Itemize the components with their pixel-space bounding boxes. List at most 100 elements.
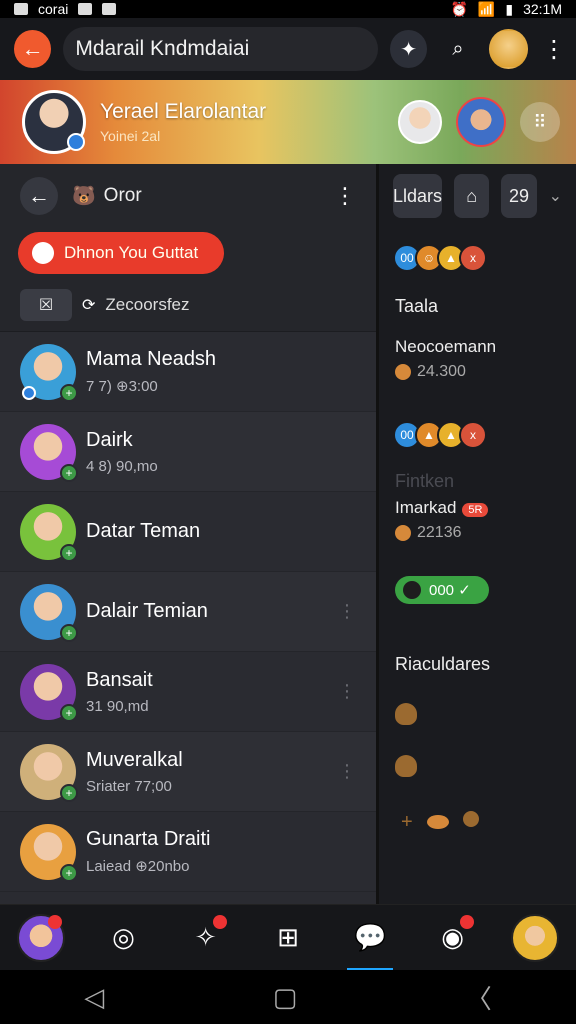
close-icon[interactable]: x bbox=[459, 244, 487, 272]
avatar[interactable] bbox=[398, 100, 442, 144]
list-item[interactable]: + Gunarta Draiti Laiead ⊕20nbo bbox=[0, 812, 376, 892]
plus-icon: + bbox=[60, 703, 78, 722]
grid-icon[interactable]: ⊞ bbox=[261, 911, 315, 965]
avatar: + bbox=[20, 503, 78, 562]
list-item[interactable]: + Bansait 31 90,md ⋮ bbox=[0, 652, 376, 732]
status-badge: 5R bbox=[462, 503, 489, 517]
avatar[interactable] bbox=[488, 29, 529, 69]
notification-badge bbox=[48, 914, 63, 929]
contact-meta: 31 90,md bbox=[86, 697, 149, 715]
nav-profile[interactable] bbox=[508, 911, 562, 965]
compass-icon[interactable]: ✦ bbox=[389, 30, 428, 68]
clock: 32:1M bbox=[523, 1, 562, 17]
more-vertical-icon[interactable]: ⋮ bbox=[338, 681, 356, 702]
sticker-icon[interactable] bbox=[426, 815, 449, 829]
app-bar: ← Mdarail Kndmdaiai ✦ ⌕ ⋮ bbox=[0, 18, 576, 80]
search-label[interactable]: Zecoorsfez bbox=[105, 295, 189, 315]
carrier-label: corai bbox=[38, 1, 69, 17]
arrow-left-icon[interactable]: ← bbox=[20, 177, 58, 215]
avatar[interactable] bbox=[456, 97, 506, 147]
reaction-chips: 00 ▲ ▲ x bbox=[379, 421, 576, 449]
notification-badge bbox=[459, 914, 474, 929]
contact-name: Bansait bbox=[86, 668, 153, 691]
avatar: + bbox=[20, 423, 78, 482]
plus-icon: + bbox=[60, 783, 78, 802]
contacts-panel: ← 🐻 Oror ⋮ Dhnon You Guttat ☒ ⟳ Zecoorsf… bbox=[0, 164, 376, 904]
search-icon[interactable]: ⌕ bbox=[439, 30, 476, 68]
arrow-left-icon[interactable]: ← bbox=[14, 30, 52, 68]
close-icon[interactable]: x bbox=[459, 421, 487, 449]
status-bar: corai ⏰ 📶 ▮ 32:1M bbox=[0, 0, 576, 18]
mascot-icon: 🐻 bbox=[72, 186, 96, 207]
item-meta-text: 24.300 bbox=[417, 363, 466, 380]
wifi-icon: 📶 bbox=[477, 0, 496, 17]
chat-icon[interactable]: 💬 bbox=[343, 911, 397, 971]
list-item[interactable]: + Dalair Temian ⋮ bbox=[0, 572, 376, 652]
app-icon bbox=[102, 3, 117, 15]
contact-name: Datar Teman bbox=[86, 520, 201, 542]
list-item[interactable]: + Mama Neadsh 7 7) ⊕3:00 bbox=[0, 332, 376, 412]
image-icon bbox=[78, 3, 93, 15]
primary-action-button[interactable]: Dhnon You Guttat bbox=[18, 232, 224, 274]
avatar bbox=[510, 913, 559, 962]
tab-count[interactable]: 29 bbox=[501, 174, 537, 218]
panel-header: ← 🐻 Oror ⋮ bbox=[0, 164, 376, 228]
plus-icon: + bbox=[60, 623, 78, 642]
status-pill[interactable]: 000 ✓ bbox=[395, 576, 489, 604]
nav-avatar[interactable] bbox=[14, 911, 68, 965]
list-item[interactable]: + Datar Teman bbox=[0, 492, 376, 572]
avatar: + bbox=[20, 343, 78, 402]
banner-name: Yerael Elarolantar bbox=[100, 100, 267, 123]
reaction-chips: 00 ☺ ▲ x bbox=[379, 244, 576, 272]
app-title[interactable]: Mdarail Kndmdaiai bbox=[63, 27, 378, 71]
recents-nav-icon[interactable]: 〈 bbox=[466, 979, 492, 1016]
item-name[interactable]: Imarkad 5R bbox=[379, 498, 576, 518]
tab-lists[interactable]: Lldars bbox=[393, 174, 443, 218]
item-meta-text: 22136 bbox=[417, 524, 462, 541]
list-item[interactable]: + Dairk 4 8) 90,mo bbox=[0, 412, 376, 492]
panel-title-text: Oror bbox=[103, 185, 142, 206]
list-item[interactable]: + Muveralkal Sriater 77;00 ⋮ bbox=[0, 732, 376, 812]
home-nav-icon[interactable]: ▢ bbox=[273, 982, 298, 1013]
bottom-nav: ◎ ✧ ⊞ 💬 ◉ bbox=[0, 904, 576, 971]
avatar[interactable] bbox=[22, 90, 86, 154]
more-vertical-icon[interactable]: ⋮ bbox=[338, 761, 356, 782]
contact-name: Mama Neadsh bbox=[86, 348, 217, 370]
more-vertical-icon[interactable]: ⋮ bbox=[334, 183, 356, 209]
back-nav-icon[interactable]: ◁ bbox=[84, 982, 104, 1013]
avatar: + bbox=[20, 743, 78, 802]
verified-icon bbox=[67, 133, 85, 151]
section-title: Riaculdares bbox=[395, 654, 491, 674]
contact-meta: 7 7) ⊕3:00 bbox=[86, 378, 158, 395]
mascot-icon[interactable] bbox=[395, 755, 417, 777]
star-icon[interactable]: ✧ bbox=[179, 911, 233, 965]
game-icon bbox=[32, 242, 54, 264]
mascot-icon[interactable] bbox=[395, 703, 417, 725]
item-name-text: Imarkad bbox=[395, 498, 457, 517]
mascot-icon[interactable] bbox=[462, 811, 479, 827]
contact-meta: Laiead ⊕20nbo bbox=[86, 858, 190, 875]
grid-icon[interactable]: ⠿ bbox=[520, 102, 560, 142]
item-name[interactable]: Neocoemann bbox=[379, 337, 576, 357]
alarm-icon: ⏰ bbox=[450, 0, 468, 17]
search-row: ☒ ⟳ Zecoorsfez bbox=[0, 278, 376, 332]
plus-icon[interactable]: + bbox=[401, 811, 413, 834]
plus-icon: + bbox=[60, 383, 78, 402]
checkbox-icon[interactable]: ☒ bbox=[20, 288, 72, 321]
more-vertical-icon[interactable]: ⋮ bbox=[338, 601, 356, 622]
plus-icon: + bbox=[60, 463, 78, 482]
avatar: + bbox=[20, 663, 78, 722]
notification-icon bbox=[14, 3, 28, 15]
mascot-icon bbox=[395, 525, 411, 541]
tab-home[interactable]: ⌂ bbox=[454, 174, 490, 218]
contact-name: Dalair Temian bbox=[86, 600, 208, 622]
circle-icon[interactable]: ◎ bbox=[96, 911, 150, 965]
status-pill-label: 000 ✓ bbox=[429, 582, 471, 599]
primary-action-label: Dhnon You Guttat bbox=[64, 243, 199, 262]
avatar: + bbox=[20, 823, 78, 882]
user-icon[interactable]: ◉ bbox=[426, 911, 480, 965]
chevron-down-icon[interactable]: ⌄ bbox=[549, 186, 562, 206]
mascot-icon bbox=[395, 364, 411, 380]
battery-icon: ▮ bbox=[505, 0, 514, 17]
more-vertical-icon[interactable]: ⋮ bbox=[542, 35, 566, 64]
